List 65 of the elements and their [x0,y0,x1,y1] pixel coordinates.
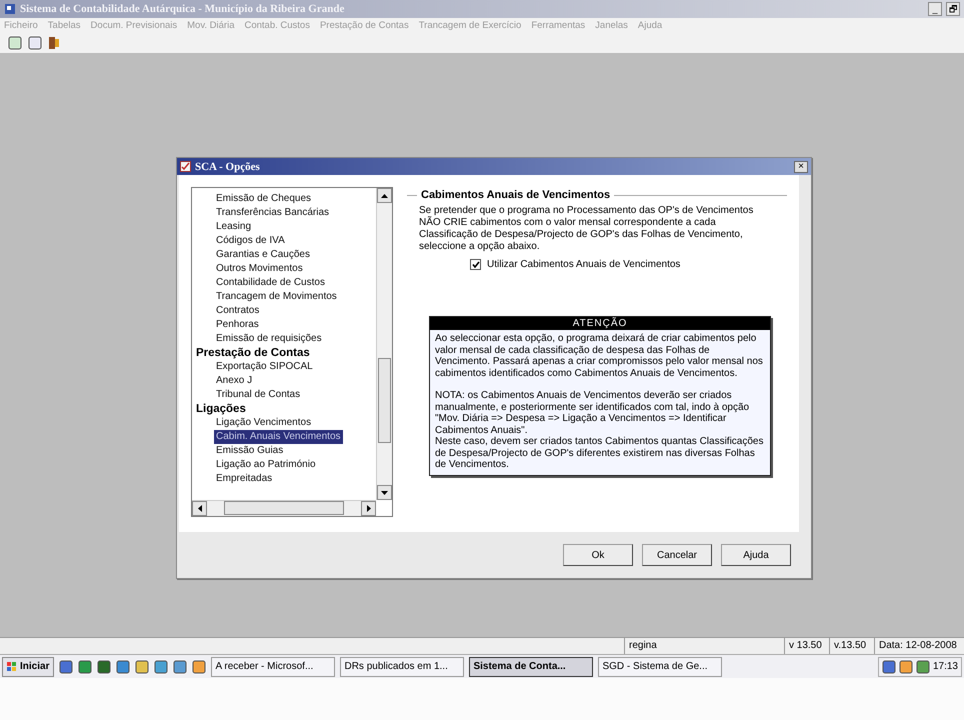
scroll-up-arrow-icon[interactable] [381,194,388,198]
warning-title: ATENÇÃO [430,317,770,330]
scroll-left-arrow-icon[interactable] [198,505,202,512]
tray-icon[interactable] [898,660,913,674]
tree-item[interactable]: Garantias e Cauções [214,248,312,262]
tree-item[interactable]: Ligação Vencimentos [214,416,314,430]
dialog-button[interactable]: Ok [563,544,633,566]
close-button[interactable]: × [794,160,808,172]
taskbar-button[interactable]: SGD - Sistema de Ge... [598,656,722,676]
tree-item[interactable]: Emissão de requisições [214,332,324,346]
quick-launch-icon[interactable] [135,660,150,674]
checkbox[interactable] [470,259,481,270]
taskbar-button[interactable]: DRs publicados em 1... [340,656,464,676]
section-title: Cabimentos Anuais de Vencimentos [421,189,610,201]
taskbar-button[interactable]: Sistema de Conta... [469,656,594,676]
windows-logo-icon [7,662,17,672]
tree-item[interactable]: Exportação SIPOCAL [214,360,315,374]
check-icon [472,261,480,268]
quick-launch-icon[interactable] [78,660,92,674]
scroll-right-arrow-icon[interactable] [366,505,370,512]
tree-group-label[interactable]: Ligações [196,402,376,416]
quick-launch-icon[interactable] [116,660,130,674]
description-text: Se pretender que o programa no Processamento das OP's de Vencimentos NÃO CRIE cabimentos com o valor mensal correspondente a cada Classificação de Despesa/Projecto de GOP's das Folhas de Vencimento, seleccione a opção abaixo. [419,205,754,253]
warning-text: NOTA: os Cabimentos Anuais de Vencimentos deverão ser criados manualmente, e posteriormente ser identificados com tal, indo à opção "Mov. Diária => Despesa => Ligação a Vencimentos => Identificar Cabimentos Anuais". Neste caso, devem ser criados tantos Cabimentos quantas Classificações de Despesa/Projecto de GOP's diferentes existirem nas diversas Folhas de Vencimentos. [435,390,764,470]
tray-icon[interactable] [916,660,930,674]
tree-item[interactable]: Trancagem de Movimentos [214,290,339,304]
tree-item[interactable]: Contratos [214,304,262,318]
tree-item[interactable]: Outros Movimentos [214,262,305,276]
dialog-title: SCA - Opções [195,160,261,172]
start-button[interactable]: Iniciar [2,656,54,676]
tree-group-label[interactable]: Prestação de Contas [196,346,376,360]
tree-item[interactable]: Leasing [214,220,254,234]
tray-icon[interactable] [882,660,896,674]
dialog-icon [180,161,191,172]
tree-item[interactable]: Emissão Guias [214,444,286,458]
window-title: Sistema de Contabilidade Autárquica - Município da Ribeira Grande [20,3,346,15]
dialog-button[interactable]: Ajuda [721,544,791,566]
quick-launch-icon[interactable] [59,660,74,674]
clock: 17:13 [932,661,958,672]
checkbox-label[interactable]: Utilizar Cabimentos Anuais de Vencimentos [487,259,680,270]
tree-item[interactable]: Transferências Bancárias [214,206,332,220]
warning-text: Ao seleccionar esta opção, o programa deixará de criar cabimentos pelo valor mensal de cada classificação de despesa das Folhas de Vencimento. Passará apenas a criar compromissos pelo valor mensal nos cabimentos identificados como Cabimentos Anuais de Vencimentos. [435,333,764,379]
scroll-down-arrow-icon[interactable] [381,490,388,494]
horizontal-scrollbar[interactable] [192,500,376,516]
window-control-button[interactable]: 🗗 [946,2,960,16]
vertical-scrollbar[interactable] [376,188,392,500]
quick-launch-icon[interactable] [154,660,168,674]
dialog-button[interactable]: Cancelar [642,544,712,566]
quick-launch-icon[interactable] [192,660,206,674]
tree-item[interactable]: Emissão de Cheques [214,192,314,206]
quick-launch-icon[interactable] [173,660,188,674]
tree-item[interactable]: Empreitadas [214,472,274,486]
quick-launch-icon[interactable] [97,660,112,674]
taskbar-button[interactable]: A receber - Microsof... [211,656,336,676]
tree-item[interactable]: Penhoras [214,318,261,332]
tree-item[interactable]: Tribunal de Contas [214,388,302,402]
tree-item[interactable]: Cabim. Anuais Vencimentos [214,430,343,444]
scroll-thumb[interactable] [378,358,391,443]
tree-item[interactable]: Contabilidade de Custos [214,276,327,290]
scroll-thumb[interactable] [224,501,344,515]
window-control-button[interactable]: _ [928,2,942,16]
tree-item[interactable]: Anexo J [214,374,254,388]
tree-item[interactable]: Ligação ao Património [214,458,318,472]
tree-item[interactable]: Códigos de IVA [214,234,287,248]
app-icon [4,3,16,15]
